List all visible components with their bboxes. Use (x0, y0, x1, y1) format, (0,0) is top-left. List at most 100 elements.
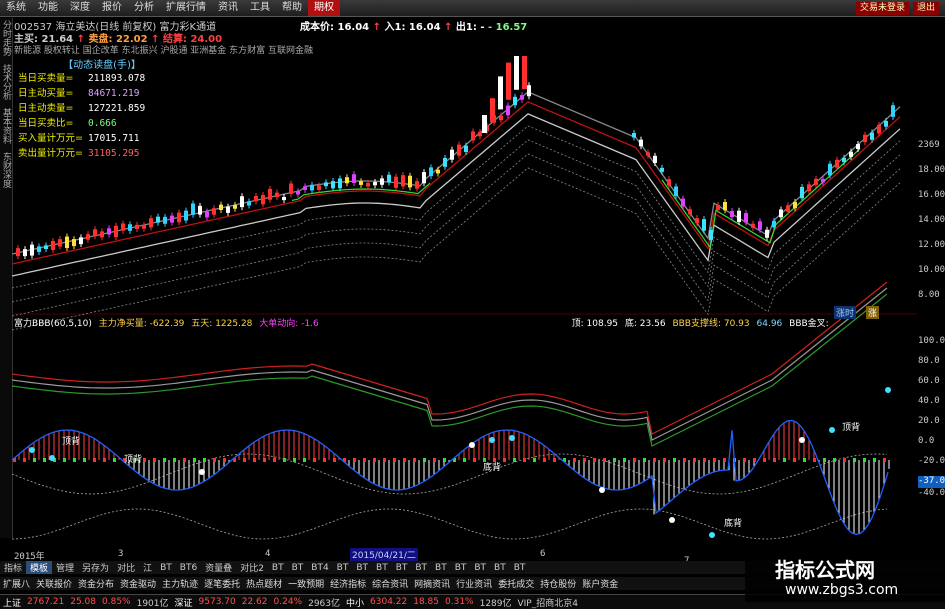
panel-row-label: 日主动买量= (18, 88, 74, 99)
function-tab-8[interactable]: 经济指标 (327, 577, 369, 590)
candle-body (632, 133, 636, 138)
indicator-tab-12[interactable]: BT4 (307, 563, 332, 573)
indicator-tab-21[interactable]: BT (490, 563, 510, 573)
zero-marker (113, 458, 116, 462)
function-tab-6[interactable]: 热点题材 (243, 577, 285, 590)
function-tab-7[interactable]: 一致预期 (285, 577, 327, 590)
indicator-tab-8[interactable]: 资量叠 (201, 561, 236, 574)
panel-row-label: 卖出量计万元= (18, 148, 83, 159)
function-tab-9[interactable]: 综合资讯 (369, 577, 411, 590)
menu-right-button-0[interactable]: 交易未登录 (855, 1, 909, 15)
menu-item-1[interactable]: 功能 (32, 0, 64, 16)
indicator-tab-15[interactable]: BT (372, 563, 392, 573)
candle-body (296, 191, 300, 195)
status-item: 2767.21 (27, 597, 65, 607)
zero-marker (653, 458, 656, 462)
candle-body (387, 174, 391, 183)
indicator-tab-0[interactable]: 指标 (0, 561, 26, 574)
candle-body (514, 56, 519, 90)
indicator-tab-6[interactable]: BT (156, 563, 176, 573)
exit-price: 出1: - (455, 22, 485, 33)
menu-item-4[interactable]: 分析 (128, 0, 160, 16)
function-tab-3[interactable]: 资金驱动 (117, 577, 159, 590)
function-tab-4[interactable]: 主力轨迹 (159, 577, 201, 590)
candle-body (457, 144, 461, 156)
candle-body (828, 163, 832, 176)
menu-right-button-1[interactable]: 退出 (912, 1, 939, 15)
indicator-tab-9[interactable]: 对比2 (236, 561, 268, 574)
candle-body (870, 132, 874, 140)
zero-marker (703, 458, 706, 462)
zero-marker (23, 458, 26, 462)
menu-item-5[interactable]: 扩展行情 (160, 0, 212, 16)
zero-marker (863, 458, 866, 462)
function-tab-12[interactable]: 委托成交 (495, 577, 537, 590)
function-tab-11[interactable]: 行业资讯 (453, 577, 495, 590)
candle-body (856, 144, 860, 149)
menu-item-9[interactable]: 期权 (308, 0, 340, 16)
indicator-tab-2[interactable]: 管理 (52, 561, 78, 574)
candle-body (639, 139, 643, 147)
panel-row-label: 日主动卖量= (18, 103, 74, 114)
candle-body (506, 62, 511, 100)
menu-item-3[interactable]: 报价 (96, 0, 128, 16)
zero-marker (303, 458, 306, 462)
indicator-tab-20[interactable]: BT (470, 563, 490, 573)
panel-row-value: 211893.078 (88, 73, 146, 84)
function-tab-13[interactable]: 持仓股份 (537, 577, 579, 590)
zero-marker (413, 458, 416, 462)
panel-row: 日主动买量= 84671.219 (18, 86, 168, 101)
indicator-tab-17[interactable]: BT (411, 563, 431, 573)
function-tab-10[interactable]: 网摘资讯 (411, 577, 453, 590)
candle-body (408, 175, 412, 188)
indicator-line (12, 281, 888, 435)
function-tab-14[interactable]: 账户资金 (579, 577, 621, 590)
indicator-tab-19[interactable]: BT (451, 563, 471, 573)
price-tick: 12.00 (918, 240, 945, 250)
golden-cross: BBB金叉: (789, 319, 829, 329)
candle-body (37, 246, 41, 253)
envelope (12, 508, 888, 540)
indicator-tab-18[interactable]: BT (431, 563, 451, 573)
candle-body (44, 245, 48, 250)
menu-item-2[interactable]: 深度 (64, 0, 96, 16)
menu-right: 交易未登录 退出 (855, 1, 945, 15)
indicator-tab-7[interactable]: BT6 (176, 563, 201, 573)
indicator-tab-5[interactable]: 江 (139, 561, 156, 574)
big-order: 大单动向: -1.6 (259, 319, 319, 329)
indicator-tab-10[interactable]: BT (268, 563, 288, 573)
menu-item-8[interactable]: 帮助 (276, 0, 308, 16)
indicator-tick: -20.0 (918, 456, 945, 466)
candle-body (730, 210, 734, 218)
indicator-tab-1[interactable]: 模板 (26, 561, 53, 574)
zero-marker (683, 458, 686, 462)
indicator-tab-4[interactable]: 对比 (113, 561, 139, 574)
candle-body (450, 149, 454, 160)
indicator-tab-13[interactable]: BT (333, 563, 353, 573)
candle-body (338, 178, 342, 189)
indicator-tab-22[interactable]: BT (510, 563, 530, 573)
top-line: 顶: 108.95 (571, 319, 619, 329)
indicator-tab-14[interactable]: BT (352, 563, 372, 573)
zero-marker (573, 458, 576, 462)
sidebar-tab-0[interactable]: 分时走势 (0, 20, 13, 56)
menu-item-7[interactable]: 工具 (244, 0, 276, 16)
candle-body (163, 216, 167, 224)
function-tab-5[interactable]: 逐笔委托 (201, 577, 243, 590)
indicator-tab-3[interactable]: 另存为 (78, 561, 113, 574)
candle-body (849, 151, 853, 157)
function-tab-0[interactable]: 扩展八 (0, 577, 33, 590)
signal-dot (669, 517, 675, 523)
candle-body (86, 234, 90, 240)
menu-item-6[interactable]: 资讯 (212, 0, 244, 16)
candle-body (23, 249, 27, 257)
function-tab-1[interactable]: 关联报价 (33, 577, 75, 590)
menu-item-0[interactable]: 系统 (0, 0, 32, 16)
candle-body (751, 223, 755, 228)
indicator-tab-11[interactable]: BT (288, 563, 308, 573)
indicator-tab-16[interactable]: BT (392, 563, 412, 573)
zero-marker (763, 458, 766, 462)
zero-marker (253, 458, 256, 462)
function-tab-2[interactable]: 资金分布 (75, 577, 117, 590)
zero-marker (843, 458, 846, 462)
